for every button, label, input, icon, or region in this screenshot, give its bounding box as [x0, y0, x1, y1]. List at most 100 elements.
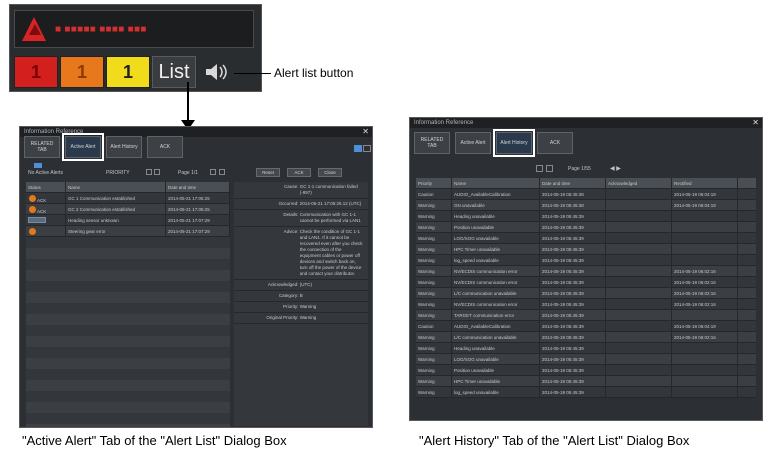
alert-detail-panel: Cause: GC 1-1 communication failed (-897…	[234, 182, 368, 426]
window-mode-icon[interactable]	[363, 145, 371, 152]
table-row[interactable]: Warning HPC Timer unavailable 2014-05-19 0…	[416, 376, 756, 387]
table-row[interactable]: Warning Heading unavailable 2014-05-19 05:…	[416, 343, 756, 354]
caution-count-button[interactable]: 1	[106, 56, 150, 88]
column-header[interactable]: Priority	[416, 178, 452, 188]
detail-row: Details: Communication with GC 1-1 canno…	[234, 210, 368, 227]
table-row[interactable]: Caution AUDIO_AvailableCalibration 2014-05…	[416, 189, 756, 200]
column-header[interactable]: Name	[452, 178, 540, 188]
table-row[interactable]: Warning log_speed unavailable 2014-05-19 0…	[416, 255, 756, 266]
tab-related[interactable]: RELATED TAB	[414, 132, 450, 154]
table-cell: 2014-05-19 06:02:16	[672, 299, 738, 309]
table-row[interactable]: Warning NV/ECDIS communication error 2014-…	[416, 266, 756, 277]
table-row[interactable]: Warning LOG/SOG unavailable 2014-05-19 05:…	[416, 354, 756, 365]
active-alert-table: Status Name Date and time ACK GC 1 Commu…	[26, 182, 230, 427]
table-row[interactable]: Warning GN unavailable 2014-05-19 05:45:38…	[416, 200, 756, 211]
filter-toggle[interactable]	[34, 163, 42, 168]
table-cell: Warning	[416, 354, 452, 364]
table-cell: 2014-05-19 05:45:39	[540, 233, 606, 243]
table-row[interactable]: Warning TARGET communication error 2014-05…	[416, 310, 756, 321]
page-first-button[interactable]	[536, 165, 543, 172]
alert-list-button[interactable]: List	[152, 56, 196, 88]
table-cell	[606, 277, 672, 287]
tab-ack[interactable]: ACK	[147, 136, 183, 158]
table-cell	[606, 288, 672, 298]
table-cell: 2014-05-19 05:45:39	[540, 266, 606, 276]
table-row[interactable]: Warning HPC Timer unavailable 2014-05-19 0…	[416, 244, 756, 255]
table-row[interactable]: ACK GC 2 Communication established 2014-…	[26, 204, 230, 215]
column-header[interactable]: Date and time	[166, 182, 230, 192]
table-cell	[672, 222, 738, 232]
table-cell	[606, 343, 672, 353]
page-next-button[interactable]	[219, 169, 225, 175]
table-row[interactable]: Warning Heading unavailable 2014-05-19 05:…	[416, 211, 756, 222]
table-cell: GN unavailable	[452, 200, 540, 210]
tab-alert-history[interactable]: Alert History	[493, 129, 535, 157]
table-cell: 2014-05-19 05:45:39	[540, 365, 606, 375]
tab-related[interactable]: RELATED TAB	[24, 136, 60, 158]
table-cell: Caution	[416, 321, 452, 331]
display-mode-icon[interactable]	[354, 145, 362, 152]
dialog-tabs: RELATED TAB Active Alert Alert History A…	[24, 133, 183, 161]
table-row[interactable]: Warning Position unavailable 2014-05-19 05…	[416, 222, 756, 233]
table-cell: 2014-05-19 05:45:39	[540, 343, 606, 353]
close-icon[interactable]: ✕	[752, 118, 759, 128]
table-cell	[672, 387, 738, 397]
priority-box[interactable]	[146, 169, 152, 175]
column-header[interactable]: Acknowledged	[606, 178, 672, 188]
alarm-count-button[interactable]: 1	[14, 56, 58, 88]
table-row[interactable]: Warning NV/ECDIS communication error 2014-…	[416, 299, 756, 310]
table-cell	[606, 365, 672, 375]
table-cell: 2014-05-19 05:45:39	[540, 222, 606, 232]
warning-count-button[interactable]: 1	[60, 56, 104, 88]
table-cell	[672, 233, 738, 243]
tab-active-alert[interactable]: Active Alert	[455, 132, 491, 154]
table-cell	[672, 211, 738, 221]
tab-active-alert[interactable]: Active Alert	[62, 133, 104, 161]
detail-row: Category: B	[234, 291, 368, 302]
alert-count-row: 1 1 1 List	[14, 56, 234, 88]
column-header[interactable]: Date and time	[540, 178, 606, 188]
table-row[interactable]: Warning L/C communication unavailable 2014…	[416, 288, 756, 299]
table-row[interactable]: Warning Position unavailable 2014-05-19 05…	[416, 365, 756, 376]
tab-alert-history[interactable]: Alert History	[106, 136, 142, 158]
ack-button[interactable]: ACK	[287, 168, 311, 177]
table-cell: 2014-05-19 05:45:39	[540, 277, 606, 287]
speaker-mute-icon[interactable]	[198, 56, 234, 88]
page-prev-button[interactable]	[210, 169, 216, 175]
table-header-row: Status Name Date and time	[26, 182, 230, 193]
alert-message-bar[interactable]: ■ ■■■■■ ■■■■ ■■■	[14, 10, 254, 48]
table-cell: Caution	[416, 189, 452, 199]
table-cell	[606, 387, 672, 397]
column-header[interactable]: Name	[66, 182, 166, 192]
table-cell: Warning	[416, 332, 452, 342]
table-row[interactable]: Warning log_speed unavailable 2014-05-19 0…	[416, 387, 756, 398]
close-button[interactable]: Close	[318, 168, 342, 177]
table-row[interactable]: Heading sensor unknown 2014-05-21 17:07:…	[26, 215, 230, 226]
table-cell: 2014-05-19 06:02:16	[672, 277, 738, 287]
table-cell	[606, 244, 672, 254]
priority-box[interactable]	[154, 169, 160, 175]
table-row[interactable]: Warning NV/ECDIS communication error 2014-…	[416, 277, 756, 288]
table-cell: Warning	[416, 200, 452, 210]
table-row[interactable]: Warning L/C communication unavailable 2014…	[416, 332, 756, 343]
priority-label: PRIORITY	[106, 170, 130, 176]
close-icon[interactable]: ✕	[362, 127, 369, 137]
page-label: Page 1/55	[568, 166, 591, 172]
page-next-icon[interactable]: ◀ ▶	[610, 165, 621, 172]
table-row[interactable]: Steering gear error 2014-05-21 17:07:29	[26, 226, 230, 237]
table-cell: 2014-05-19 05:45:39	[540, 354, 606, 364]
reset-button[interactable]: Reset	[256, 168, 280, 177]
table-row[interactable]: Caution AUDIO_AvailableCalibration 2014-05…	[416, 321, 756, 332]
table-cell	[672, 310, 738, 320]
column-header[interactable]: Status	[26, 182, 66, 192]
table-row[interactable]: ACK GC 1 Communication established 2014-…	[26, 193, 230, 204]
detail-row: Priority: Warning	[234, 302, 368, 313]
table-cell: log_speed unavailable	[452, 255, 540, 265]
tab-ack[interactable]: ACK	[537, 132, 573, 154]
page-prev-button[interactable]	[546, 165, 553, 172]
column-header[interactable]: Rectified	[672, 178, 738, 188]
table-cell: 2014-05-19 05:45:39	[540, 376, 606, 386]
table-row[interactable]: Warning LOG/SOG unavailable 2014-05-19 05:…	[416, 233, 756, 244]
table-cell: Warning	[416, 211, 452, 221]
callout-line	[234, 73, 271, 74]
